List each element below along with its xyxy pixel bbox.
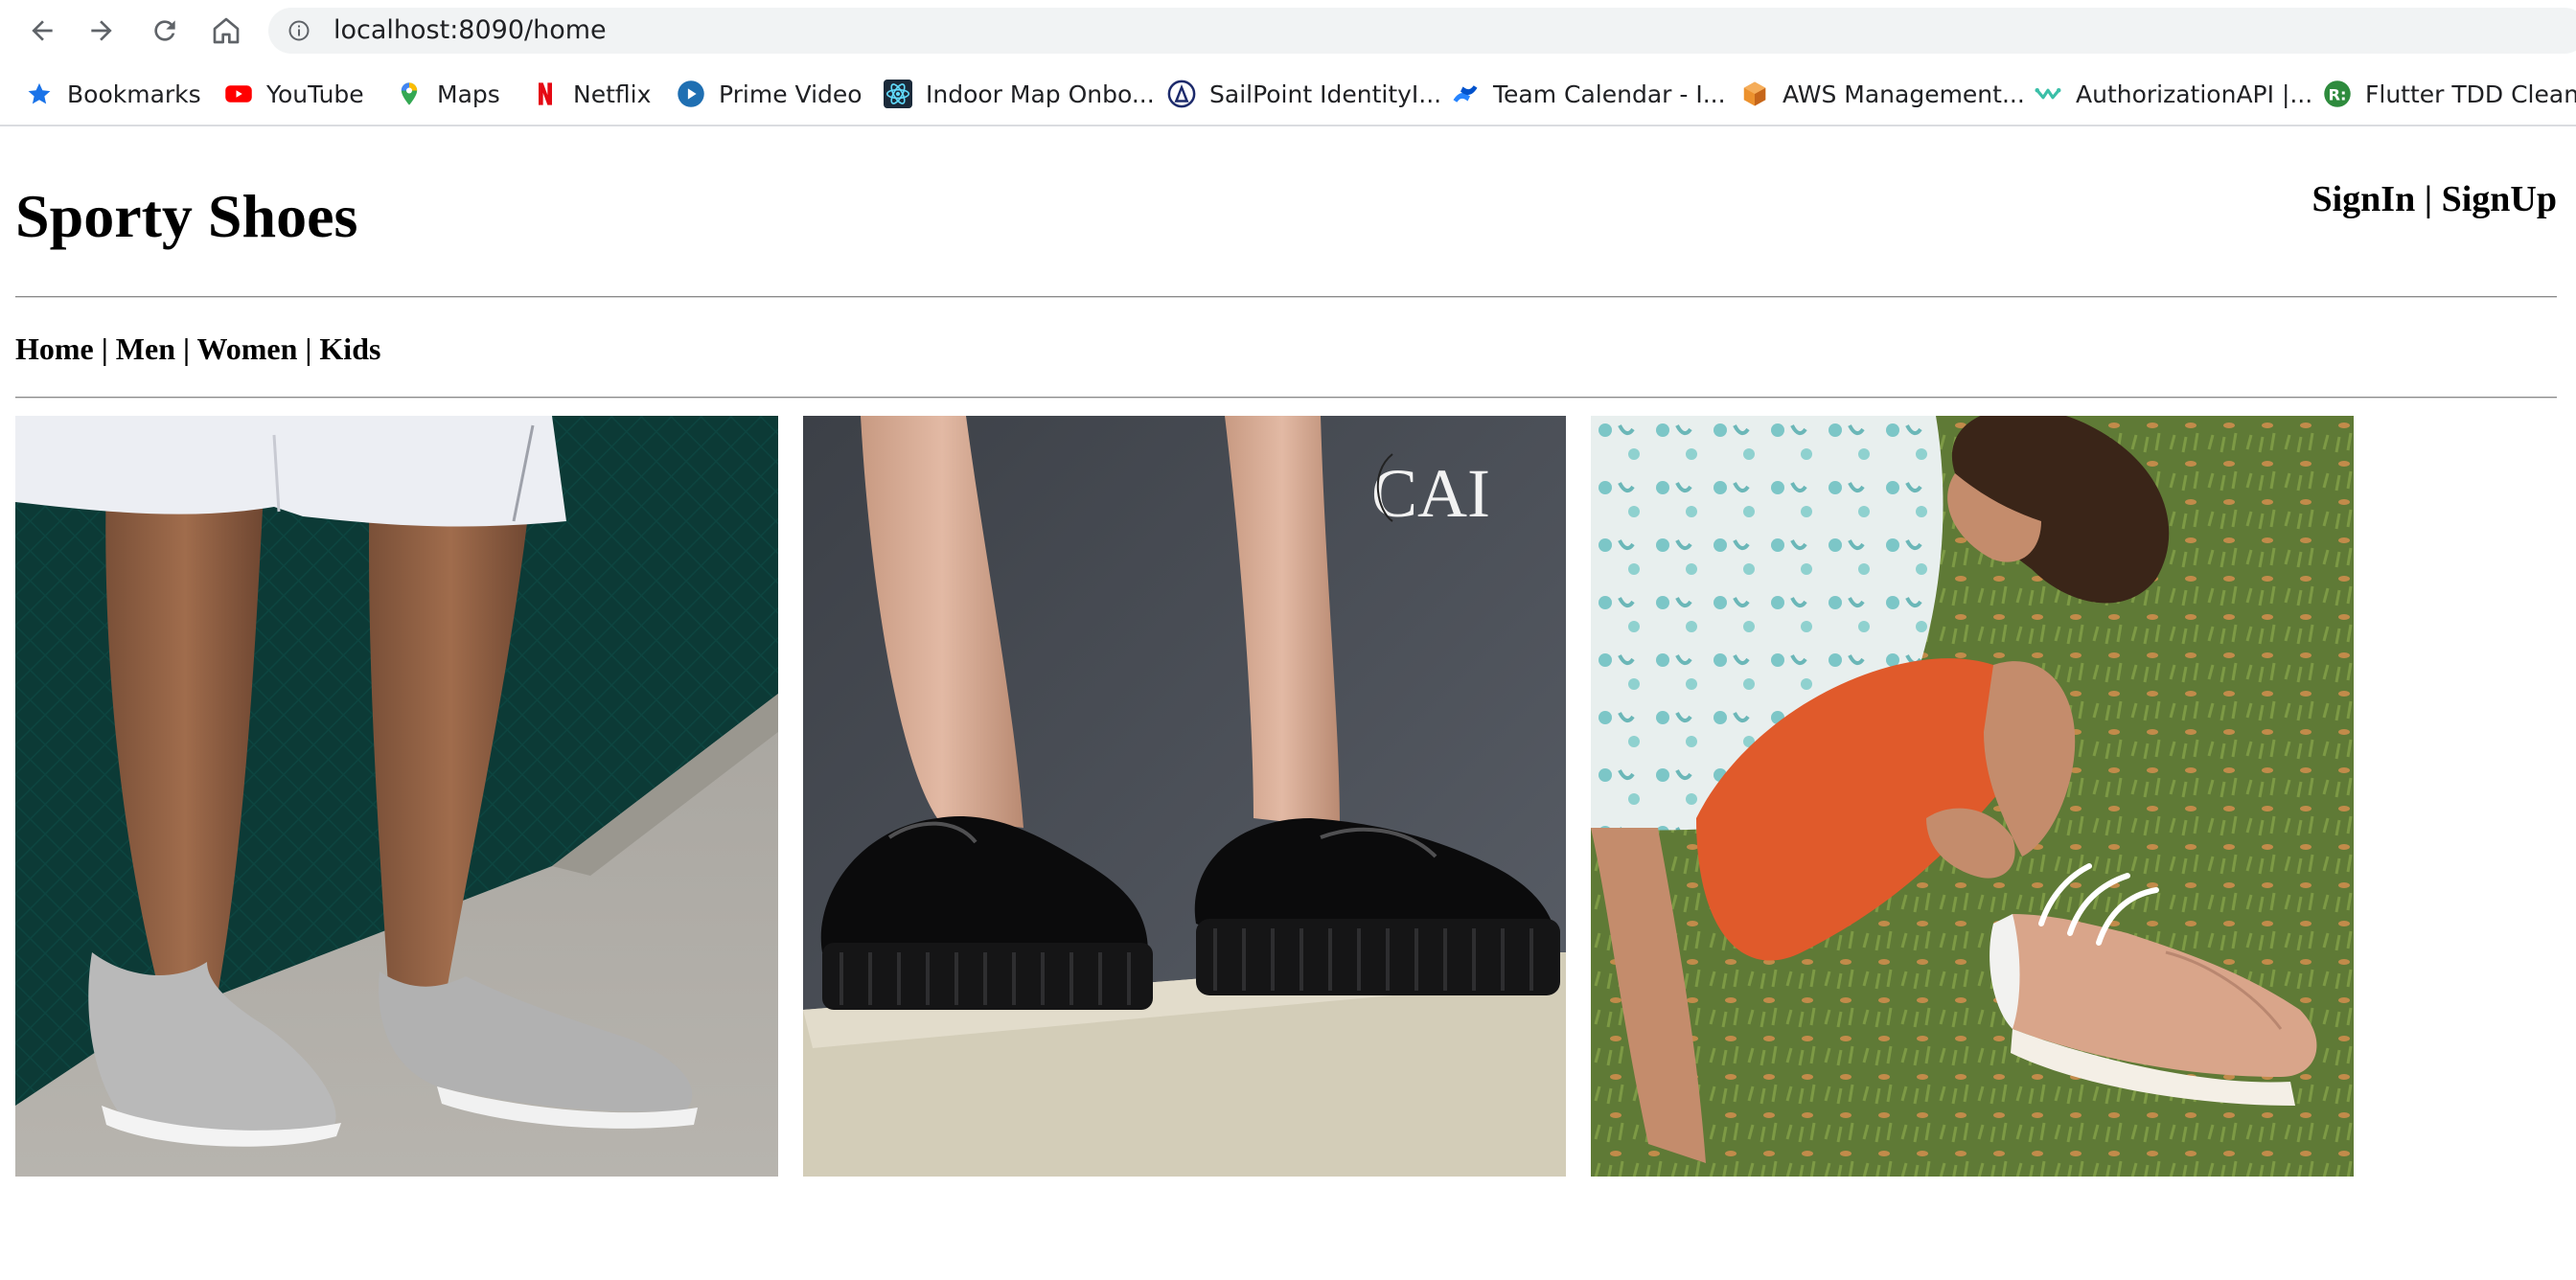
- bookmark-item-bookmarks[interactable]: Bookmarks: [25, 75, 201, 113]
- bookmark-item-netflix[interactable]: Netflix: [531, 75, 651, 113]
- bookmark-item-prime-video[interactable]: Prime Video: [677, 75, 862, 113]
- header-divider: [15, 296, 2557, 298]
- bookmarks-bar: Bookmarks YouTube Maps Netflix Prime Vid…: [0, 61, 2576, 126]
- r-circle-icon: R:: [2323, 80, 2352, 108]
- bookmark-item-sailpoint[interactable]: SailPoint IdentityI...: [1167, 75, 1441, 113]
- site-info-icon[interactable]: [288, 19, 310, 42]
- women-shoes-photo[interactable]: CAI: [803, 416, 1566, 1177]
- maps-pin-icon: [395, 80, 424, 108]
- sailpoint-icon: [1167, 80, 1196, 108]
- reload-icon: [154, 20, 175, 41]
- prime-video-icon: [677, 80, 705, 108]
- react-atom-icon: [884, 80, 912, 108]
- auth-links: SignIn | SignUp: [2312, 178, 2557, 220]
- nav-item-men[interactable]: Men: [116, 331, 175, 366]
- image-watermark: CAI: [1371, 455, 1490, 532]
- svg-text:R:: R:: [2328, 85, 2346, 103]
- nav-item-women[interactable]: Women: [196, 331, 297, 366]
- home-icon: [213, 17, 240, 44]
- men-shoes-photo[interactable]: [15, 416, 778, 1177]
- nav-separator: |: [175, 331, 197, 366]
- netflix-icon: [531, 80, 560, 108]
- auth-separator: |: [2415, 179, 2442, 219]
- forward-button[interactable]: [84, 13, 119, 48]
- confluence-icon: [1451, 80, 1480, 108]
- back-arrow-icon: [32, 20, 53, 41]
- youtube-icon: [224, 80, 253, 108]
- home-button[interactable]: [209, 13, 243, 48]
- bookmark-item-team-calendar[interactable]: Team Calendar - I...: [1451, 75, 1726, 113]
- main-nav: Home | Men | Women | Kids: [15, 330, 380, 368]
- bookmark-item-youtube[interactable]: YouTube: [224, 75, 364, 113]
- bookmark-item-flutter-tdd[interactable]: R: Flutter TDD Clean...: [2323, 75, 2576, 113]
- nav-separator: |: [93, 331, 116, 366]
- forward-arrow-icon: [91, 20, 112, 41]
- url-text[interactable]: localhost:8090/home: [334, 8, 607, 54]
- api-swirl-icon: [2034, 80, 2062, 108]
- browser-toolbar: localhost:8090/home: [0, 0, 2576, 61]
- signup-link[interactable]: SignUp: [2442, 179, 2557, 219]
- nav-separator: |: [297, 331, 320, 366]
- bookmark-item-maps[interactable]: Maps: [395, 75, 500, 113]
- star-icon: [25, 80, 54, 108]
- bookmark-item-aws[interactable]: AWS Management...: [1740, 75, 2025, 113]
- bookmark-item-indoor-map[interactable]: Indoor Map Onbo...: [884, 75, 1155, 113]
- nav-item-home[interactable]: Home: [15, 331, 94, 366]
- nav-item-kids[interactable]: Kids: [319, 331, 380, 366]
- signin-link[interactable]: SignIn: [2312, 179, 2415, 219]
- bookmark-item-authorization-api[interactable]: AuthorizationAPI |...: [2034, 75, 2312, 113]
- kids-shoes-photo[interactable]: [1591, 416, 2354, 1177]
- back-button[interactable]: [25, 13, 59, 48]
- aws-cube-icon: [1740, 80, 1769, 108]
- address-bar[interactable]: localhost:8090/home: [268, 8, 2576, 54]
- nav-divider: [15, 397, 2557, 399]
- reload-button[interactable]: [148, 13, 182, 48]
- site-title: Sporty Shoes: [15, 182, 358, 250]
